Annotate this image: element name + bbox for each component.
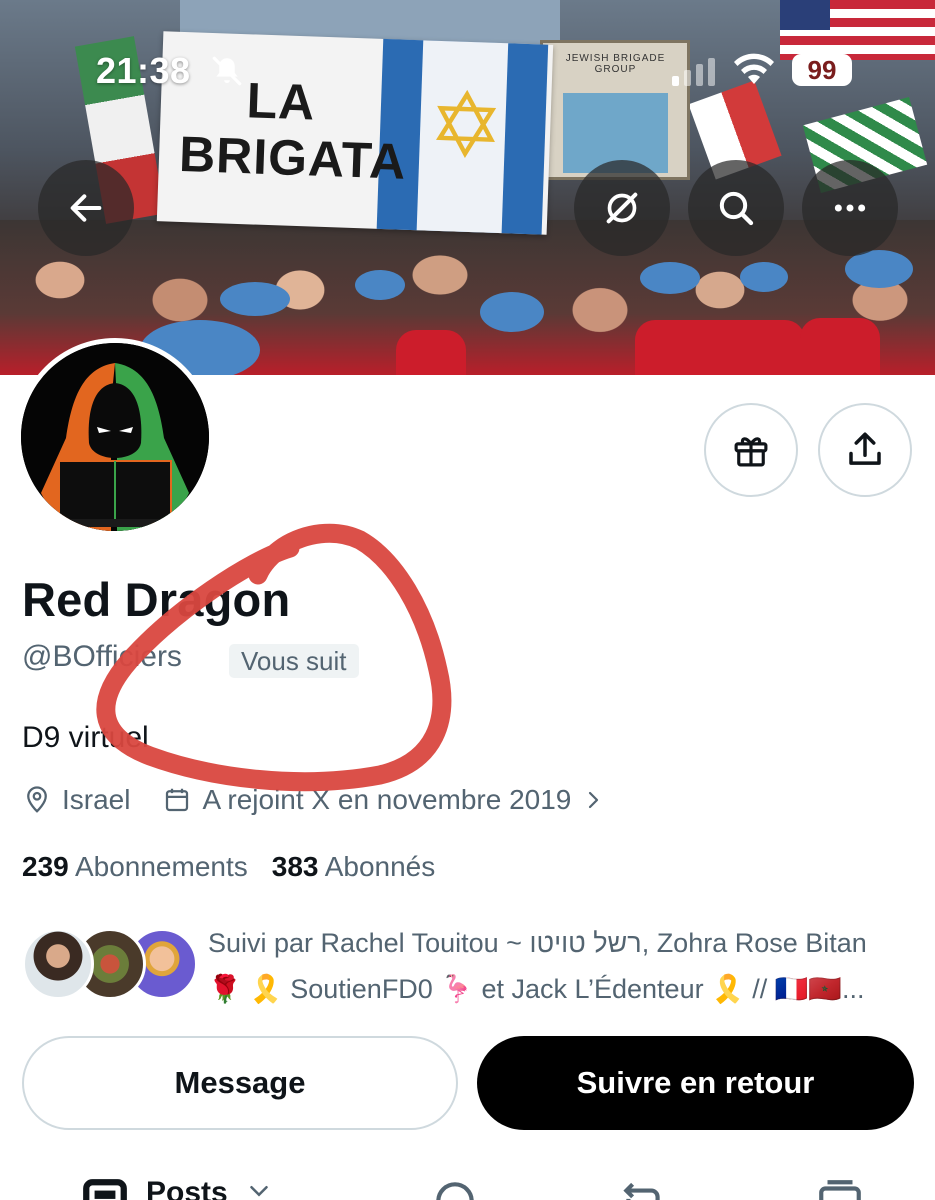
follows-you-badge: Vous suit <box>229 644 359 678</box>
back-button[interactable] <box>38 160 134 256</box>
reply-icon <box>436 1182 474 1200</box>
tab-posts-label: Posts <box>146 1176 228 1200</box>
followers-link[interactable]: 383 Abonnés <box>272 851 436 883</box>
chevron-down-icon <box>249 1186 268 1197</box>
banner-shirt <box>396 330 466 375</box>
media-icon <box>819 1180 861 1200</box>
follow-back-button[interactable]: Suivre en retour <box>477 1036 914 1130</box>
banner-beret <box>740 262 788 292</box>
banner-sign: JEWISH BRIGADE GROUP <box>540 40 690 180</box>
follow-counts: 239 Abonnements 383 Abonnés <box>22 851 435 883</box>
banner-shirt <box>635 320 805 375</box>
calendar-icon <box>166 788 189 812</box>
banner-flag-us-canton <box>780 0 830 30</box>
banner-beret <box>480 292 544 332</box>
profile-avatar[interactable] <box>16 338 214 536</box>
following-label: Abonnements <box>74 851 248 882</box>
cellular-signal-icon <box>672 58 715 86</box>
arrow-left-icon <box>70 194 102 222</box>
tab-media[interactable] <box>815 1176 865 1200</box>
following-link[interactable]: 239 Abonnements <box>22 851 248 883</box>
flag-text: LA BRIGATA <box>178 72 408 190</box>
chevron-right-icon <box>589 791 599 809</box>
location-item: Israel <box>22 784 130 816</box>
banner-beret <box>640 262 700 294</box>
joined-text: A rejoint X en novembre 2019 <box>202 784 572 815</box>
location-text: Israel <box>62 784 131 815</box>
banner-beret <box>220 282 290 316</box>
share-icon <box>849 432 881 465</box>
grok-icon <box>606 192 638 224</box>
followed-by-line-2: 🌹 🎗️ SoutienFD0 🦩 et Jack L’Édenteur 🎗️ … <box>208 974 865 1004</box>
followers-label: Abonnés <box>324 851 436 882</box>
grok-button[interactable] <box>574 160 670 256</box>
profile-meta: Israel A rejoint X en novembre 2019 <box>22 780 605 820</box>
tab-posts[interactable]: Posts <box>80 1176 274 1200</box>
banner-shirt <box>800 318 880 375</box>
gift-icon <box>734 437 768 467</box>
followed-by-avatars[interactable] <box>22 928 198 1002</box>
repost-icon <box>623 1182 660 1200</box>
message-button[interactable]: Message <box>22 1036 458 1130</box>
followed-by-text[interactable]: Suivi par Rachel Touitou ~ רשל טויטו, Zo… <box>208 920 908 1012</box>
avatar-image <box>21 343 209 531</box>
location-pin-icon <box>27 786 47 813</box>
status-time: 21:38 <box>96 50 191 91</box>
followers-count: 383 <box>271 851 319 882</box>
bottom-tabs: Posts <box>0 1168 935 1200</box>
search-icon <box>719 191 754 226</box>
followed-by-line-1: Suivi par Rachel Touitou ~ רשל טויטו, Zo… <box>208 928 867 958</box>
share-button[interactable] <box>818 403 912 497</box>
gift-button[interactable] <box>704 403 798 497</box>
bell-muted-icon <box>212 56 242 86</box>
banner-sign-text: JEWISH BRIGADE GROUP <box>565 53 666 75</box>
display-name: Red Dragon <box>22 573 291 626</box>
profile-handle: @BOfficiers <box>22 640 182 673</box>
star-of-david-icon: ✡ <box>426 75 506 179</box>
follower-avatar <box>22 928 94 1000</box>
search-button[interactable] <box>688 160 784 256</box>
posts-icon <box>83 1179 127 1200</box>
joined-item[interactable]: A rejoint X en novembre 2019 <box>162 784 605 816</box>
profile-bio: D9 virtuel <box>22 721 149 754</box>
tab-reposts[interactable] <box>618 1176 668 1200</box>
banner-beret <box>355 270 405 300</box>
following-count: 239 <box>22 851 69 882</box>
wifi-icon <box>734 53 774 84</box>
more-button[interactable] <box>802 160 898 256</box>
tab-replies[interactable] <box>430 1176 480 1200</box>
battery-indicator: 99 <box>792 54 852 86</box>
hooded-hacker-image <box>21 343 209 531</box>
more-horizontal-icon <box>834 204 866 212</box>
